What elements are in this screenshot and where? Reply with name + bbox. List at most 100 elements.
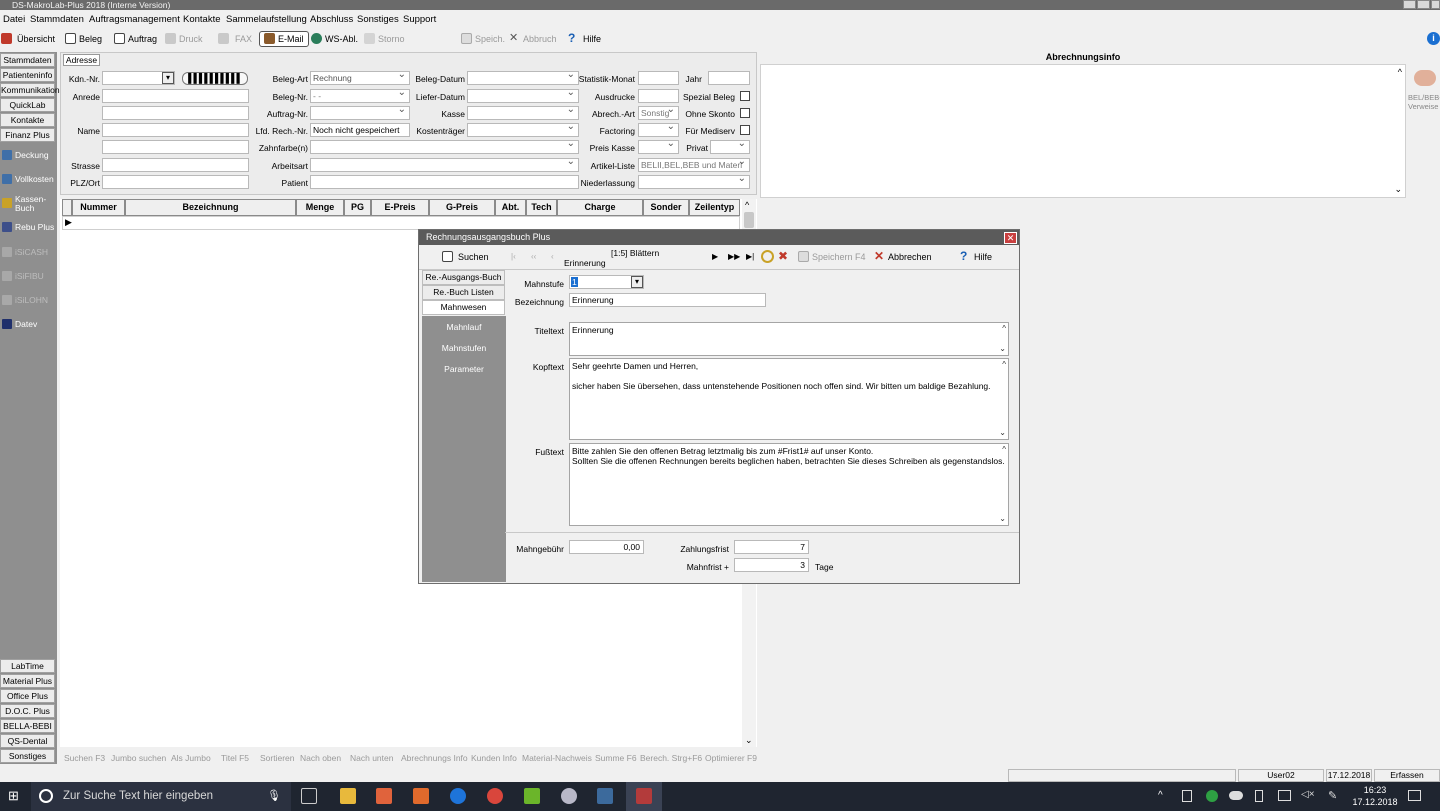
nav-re-buch-listen[interactable]: Re.-Buch Listen [422,285,505,300]
col-zeilentyp[interactable]: Zeilentyp [689,199,740,216]
action-nach-oben[interactable]: Nach oben [300,753,341,763]
nav-back-icon[interactable]: ‹ [551,252,554,261]
action-berech[interactable]: Berech. Strg+F6 [640,753,702,763]
action-titel[interactable]: Titel F5 [221,753,249,763]
scroll-down-icon[interactable]: ⌄ [999,514,1006,524]
beleg-button[interactable]: Beleg [65,32,102,46]
tray-pen-icon[interactable]: ✎ [1328,789,1337,802]
side-mahnlauf[interactable]: Mahnlauf [422,322,506,332]
pdf-app-icon[interactable] [376,788,392,804]
col-abt[interactable]: Abt. [495,199,526,216]
nav-finanz-plus[interactable]: Finanz Plus [0,128,55,142]
action-optimierer[interactable]: Optimierer F9 [705,753,757,763]
tray-network-icon[interactable] [1278,790,1291,801]
nav-re-ausgangs-buch[interactable]: Re.-Ausgangs-Buch [422,270,505,285]
tab-adresse[interactable]: Adresse [63,54,100,66]
druck-button[interactable]: Druck [165,32,203,46]
nav-datev[interactable]: Datev [0,313,57,335]
spezial-checkbox[interactable] [740,91,750,101]
scroll-thumb[interactable] [744,212,754,228]
nav-kontakte[interactable]: Kontakte [0,113,55,127]
task-view-icon[interactable] [301,788,317,804]
chrome-icon[interactable] [487,788,503,804]
abrechart-select[interactable]: Sonstig [638,106,679,120]
action-sortieren[interactable]: Sortieren [260,753,295,763]
menu-datei[interactable]: Datei [3,14,25,25]
abbruch-button[interactable]: ✕ Abbruch [509,32,557,46]
hilfe-button[interactable]: ? Hilfe [568,32,601,46]
nav-kassenbuch[interactable]: Kassen- Buch [0,192,57,214]
ohneskonto-checkbox[interactable] [740,108,750,118]
auftragnr-select[interactable] [310,106,410,120]
ws-abl-button[interactable]: WS-Abl. [311,32,358,46]
menu-auftragsmanagement[interactable]: Auftragsmanagement [89,14,180,25]
privat-select[interactable] [710,140,750,154]
scroll-down-icon[interactable]: ⌄ [999,428,1006,438]
table-row[interactable]: ▶ [62,216,740,230]
nav-mahnwesen[interactable]: Mahnwesen [422,300,505,315]
side-mahnstufen[interactable]: Mahnstufen [422,343,506,353]
explorer-icon[interactable] [340,788,356,804]
dialog-abbrechen-button[interactable]: ✕ Abbrechen [874,250,932,264]
factoring-select[interactable] [638,123,679,137]
app-green-icon[interactable] [524,788,540,804]
app-circle-icon[interactable] [561,788,577,804]
microphone-icon[interactable]: 🎙 [267,782,281,811]
auftrag-button[interactable]: Auftrag [114,32,157,46]
menu-sammelaufstellung[interactable]: Sammelaufstellung [226,14,307,25]
active-app-slot[interactable] [626,782,662,811]
nav-qs-dental[interactable]: QS-Dental [0,734,55,748]
action-material-nachweis[interactable]: Material-Nachweis [522,753,592,763]
scroll-down-icon[interactable]: ⌄ [745,735,753,746]
action-als-jumbo[interactable]: Als Jumbo [171,753,211,763]
nav-rebu-plus[interactable]: Rebu Plus [0,216,57,238]
tray-doc-icon[interactable] [1182,790,1192,802]
fuermediserv-checkbox[interactable] [740,125,750,135]
kdn-select[interactable]: ▾ [102,71,175,85]
nav-first-icon[interactable]: |‹ [511,252,516,261]
email-button[interactable]: E-Mail [259,31,309,47]
col-g-preis[interactable]: G-Preis [429,199,495,216]
action-summe[interactable]: Summe F6 [595,753,637,763]
action-suchen[interactable]: Suchen F3 [64,753,105,763]
scroll-up-icon[interactable]: ^ [1002,360,1006,370]
app-window-icon[interactable] [597,788,613,804]
belegnr-select[interactable]: - - [310,89,410,103]
name2-field[interactable] [102,140,249,154]
taskbar-search[interactable]: Zur Suche Text hier eingeben 🎙 [31,782,291,811]
dialog-hilfe-button[interactable]: ? Hilfe [960,250,992,264]
uebersicht-button[interactable]: Übersicht [1,32,55,46]
col-bezeichnung[interactable]: Bezeichnung [125,199,296,216]
belegdatum-select[interactable] [467,71,579,85]
menu-sonstiges[interactable]: Sonstiges [357,14,399,25]
dialog-speichern-button[interactable]: Speichern F4 [798,250,866,264]
nav-isicash[interactable]: iSiCASH [0,241,57,263]
nav-prev-icon[interactable]: ‹‹ [531,252,536,261]
belegart-select[interactable]: Rechnung [310,71,410,85]
scroll-up-icon[interactable]: ^ [1398,67,1402,77]
scroll-down-icon[interactable]: ⌄ [1394,184,1402,195]
windows-start-icon[interactable]: ⊞ [8,789,22,803]
side-parameter[interactable]: Parameter [422,364,506,374]
scroll-up-icon[interactable]: ^ [745,200,749,210]
patient-field[interactable] [310,175,579,189]
action-kunden-info[interactable]: Kunden Info [471,753,517,763]
mahnfrist-field[interactable]: 3 [734,558,809,572]
maximize-button[interactable] [1417,0,1430,9]
tray-chevron-icon[interactable]: ^ [1158,790,1163,801]
scroll-up-icon[interactable]: ^ [1002,445,1006,455]
close-button[interactable] [1431,0,1440,9]
storno-button[interactable]: Storno [364,32,405,46]
tray-usb-icon[interactable] [1255,790,1263,802]
nav-fast-forward-icon[interactable]: ▶▶ [728,252,740,261]
nav-kommunikation[interactable]: Kommunikation [0,83,60,97]
zahnfarbe-select[interactable] [310,140,579,154]
jahr-field[interactable] [708,71,750,85]
col-menge[interactable]: Menge [296,199,344,216]
kasse-select[interactable] [467,106,579,120]
col-nummer[interactable]: Nummer [72,199,125,216]
artikelliste-select[interactable]: BELII,BEL,BEB und Materi [638,158,750,172]
preiskasse-select[interactable] [638,140,679,154]
titeltext-area[interactable]: Erinnerung ^ ⌄ [569,322,1009,356]
menu-kontakte[interactable]: Kontakte [183,14,221,25]
